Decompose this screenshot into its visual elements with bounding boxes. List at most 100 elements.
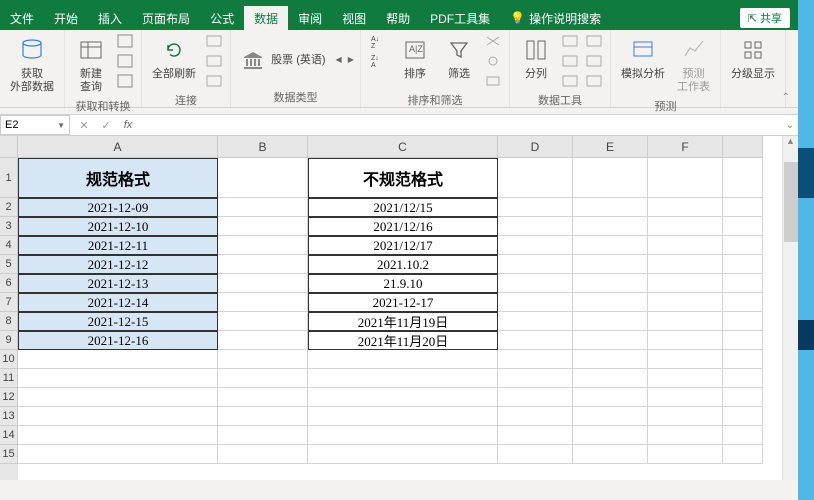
scroll-thumb[interactable] (784, 162, 798, 242)
small-btn-2[interactable] (115, 52, 135, 70)
vertical-scrollbar[interactable]: ▲ (782, 136, 798, 480)
cell[interactable]: 2021-12-11 (18, 236, 218, 255)
name-box[interactable]: E2 ▼ (0, 115, 70, 135)
cell[interactable] (498, 198, 573, 217)
cell[interactable]: 2021-12-16 (18, 331, 218, 350)
cell[interactable]: 21.9.10 (308, 274, 498, 293)
cell[interactable] (498, 293, 573, 312)
cell[interactable] (498, 407, 573, 426)
row-header-1[interactable]: 1 (0, 158, 18, 198)
row-header[interactable]: 6 (0, 274, 18, 293)
cell[interactable] (648, 445, 723, 464)
cell[interactable] (723, 158, 763, 198)
formula-input[interactable] (142, 115, 782, 135)
cell[interactable] (648, 350, 723, 369)
col-header-A[interactable]: A (18, 136, 218, 158)
cell[interactable] (498, 217, 573, 236)
filter-reapply[interactable] (483, 52, 503, 70)
tell-me[interactable]: 💡 操作说明搜索 (500, 6, 611, 30)
cell[interactable] (218, 274, 308, 293)
row-header[interactable]: 4 (0, 236, 18, 255)
cell[interactable] (218, 388, 308, 407)
tab-data[interactable]: 数据 (244, 6, 288, 30)
col-header-D[interactable]: D (498, 136, 573, 158)
cell[interactable] (18, 407, 218, 426)
sort-button[interactable]: A|Z 排序 (395, 32, 435, 83)
row-header[interactable]: 11 (0, 369, 18, 388)
cell[interactable] (218, 198, 308, 217)
cell[interactable] (723, 388, 763, 407)
cell[interactable] (218, 293, 308, 312)
stocks-button[interactable]: 股票 (英语) (237, 46, 329, 74)
col-header-C[interactable]: C (308, 136, 498, 158)
fx-button[interactable]: fx (118, 116, 138, 134)
cell[interactable] (723, 255, 763, 274)
cell[interactable]: 规范格式 (18, 158, 218, 198)
cell[interactable] (498, 445, 573, 464)
cell[interactable] (723, 217, 763, 236)
row-header[interactable]: 14 (0, 426, 18, 445)
cell[interactable] (723, 369, 763, 388)
small-btn-1[interactable] (115, 32, 135, 50)
cell[interactable] (573, 293, 648, 312)
cell[interactable] (498, 158, 573, 198)
cell[interactable] (18, 369, 218, 388)
get-external-data-button[interactable]: 获取 外部数据 (6, 32, 58, 96)
row-header[interactable]: 10 (0, 350, 18, 369)
cell[interactable] (218, 407, 308, 426)
accept-formula-button[interactable]: ✓ (96, 116, 116, 134)
refresh-all-button[interactable]: 全部刷新 (148, 32, 200, 83)
cell[interactable]: 2021-12-09 (18, 198, 218, 217)
cell[interactable] (573, 236, 648, 255)
chevron-left-icon[interactable]: ◀ (336, 55, 342, 64)
whatif-button[interactable]: 模拟分析 (617, 32, 669, 83)
tool-small-2[interactable] (560, 52, 580, 70)
cell[interactable] (498, 312, 573, 331)
cell[interactable] (573, 445, 648, 464)
col-header-F[interactable]: F (648, 136, 723, 158)
tab-review[interactable]: 审阅 (288, 6, 332, 30)
cell[interactable] (648, 407, 723, 426)
cell[interactable] (573, 255, 648, 274)
collapse-ribbon-icon[interactable]: ⌃ (782, 92, 790, 103)
cell[interactable] (723, 350, 763, 369)
cell[interactable] (648, 217, 723, 236)
cell[interactable] (573, 274, 648, 293)
tab-insert[interactable]: 插入 (88, 6, 132, 30)
cell[interactable] (648, 293, 723, 312)
tab-formula[interactable]: 公式 (200, 6, 244, 30)
cell[interactable] (308, 388, 498, 407)
cell[interactable] (573, 426, 648, 445)
cell[interactable] (573, 217, 648, 236)
row-header[interactable]: 12 (0, 388, 18, 407)
cell[interactable] (218, 445, 308, 464)
row-header[interactable]: 9 (0, 331, 18, 350)
cell[interactable] (498, 369, 573, 388)
cell[interactable] (723, 236, 763, 255)
row-header[interactable]: 13 (0, 407, 18, 426)
cell[interactable]: 2021-12-14 (18, 293, 218, 312)
cell[interactable] (498, 350, 573, 369)
col-header-G[interactable] (723, 136, 763, 158)
cell[interactable] (18, 350, 218, 369)
row-header[interactable]: 3 (0, 217, 18, 236)
cell[interactable] (218, 217, 308, 236)
cell[interactable] (18, 388, 218, 407)
tab-layout[interactable]: 页面布局 (132, 6, 200, 30)
cell[interactable]: 2021年11月19日 (308, 312, 498, 331)
filter-advanced[interactable] (483, 72, 503, 90)
cell[interactable] (498, 388, 573, 407)
cell[interactable] (648, 312, 723, 331)
conn-small-3[interactable] (204, 72, 224, 90)
cell[interactable]: 2021-12-13 (18, 274, 218, 293)
select-all-corner[interactable] (0, 136, 18, 158)
cell[interactable] (218, 350, 308, 369)
conn-small-1[interactable] (204, 32, 224, 50)
cell[interactable] (498, 426, 573, 445)
cell[interactable]: 2021-12-15 (18, 312, 218, 331)
cell[interactable]: 2021/12/15 (308, 198, 498, 217)
tool-small-4[interactable] (584, 32, 604, 50)
small-btn-3[interactable] (115, 72, 135, 90)
row-header[interactable]: 5 (0, 255, 18, 274)
tool-small-5[interactable] (584, 52, 604, 70)
